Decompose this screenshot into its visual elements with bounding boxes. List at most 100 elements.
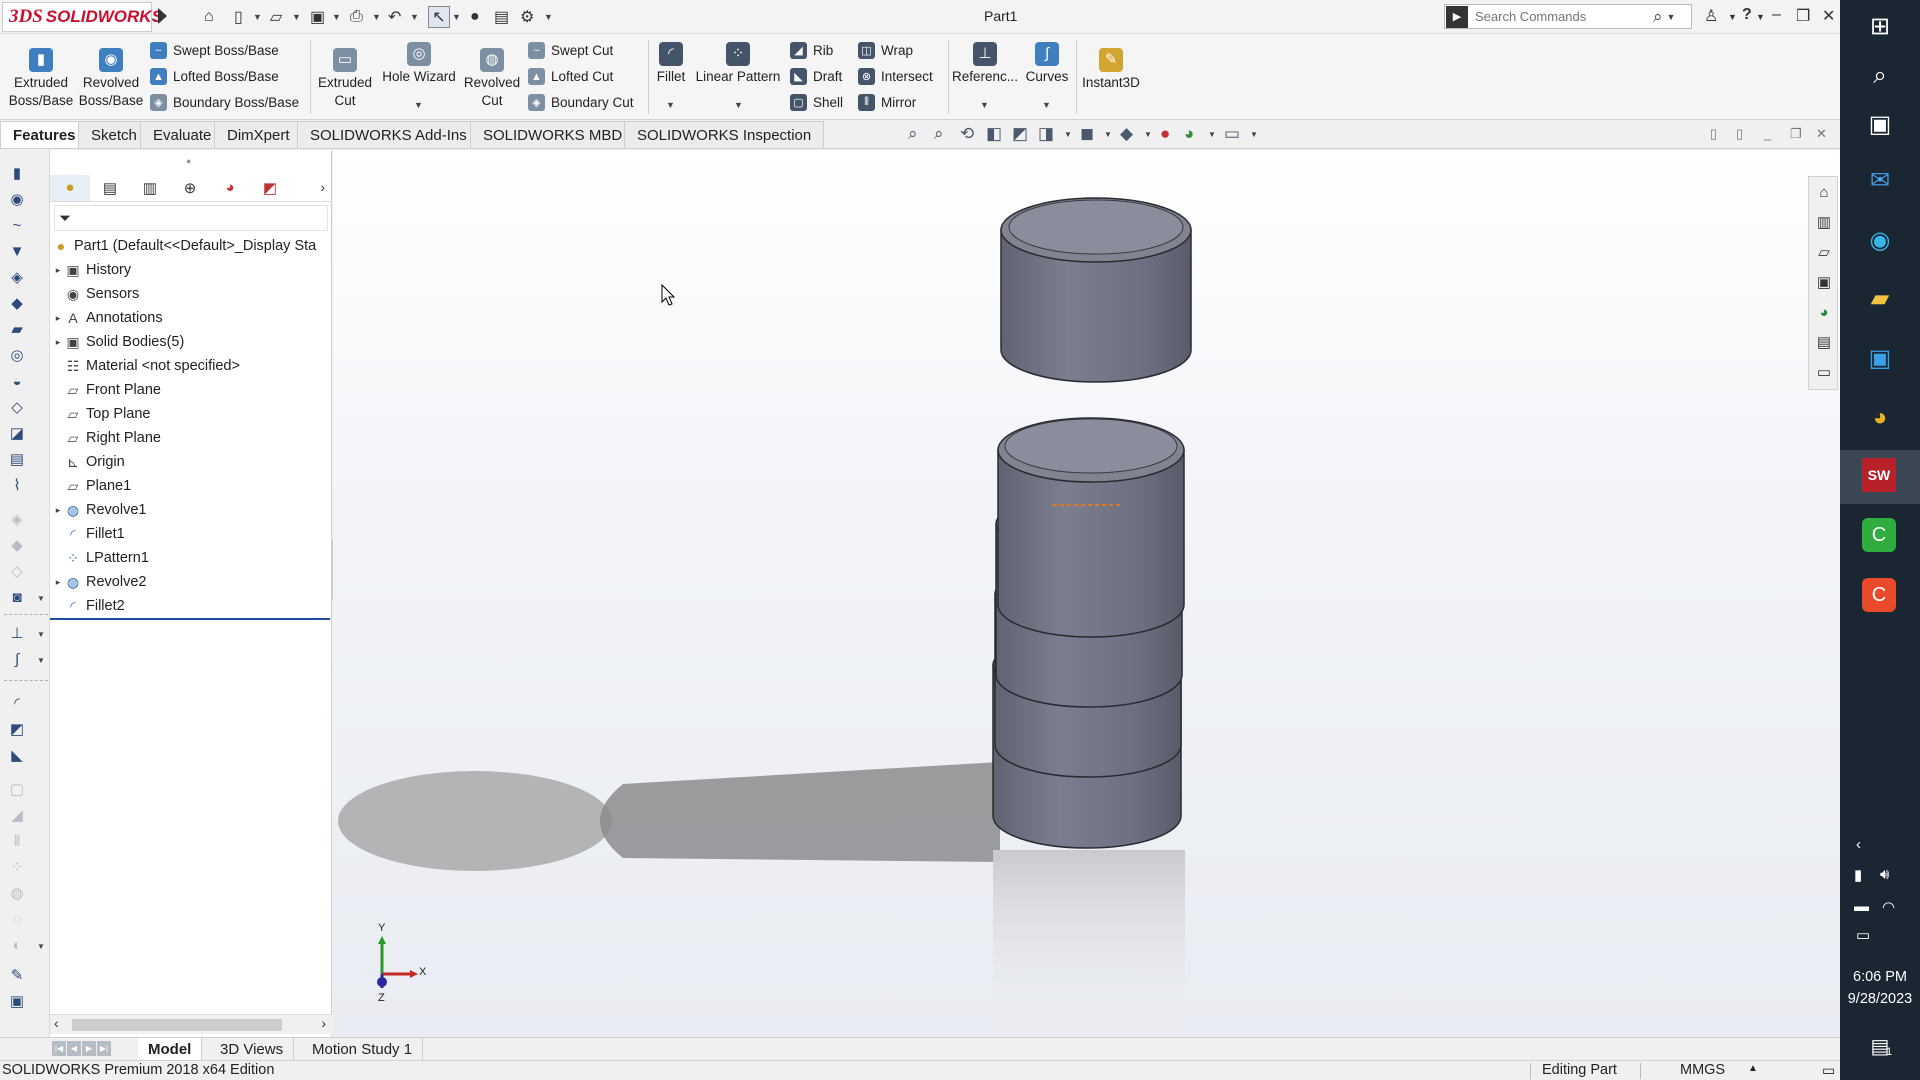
task-view-icon[interactable]: ▣	[1862, 106, 1898, 142]
fillet-dropdown-icon[interactable]: ▼	[666, 100, 675, 110]
fm-tabs-scroll-right-icon[interactable]: ›	[320, 179, 325, 195]
system-clock[interactable]: 6:06 PM 9/28/2023	[1840, 966, 1920, 1010]
mirror-button[interactable]: ⫴ Mirror	[858, 94, 916, 111]
extruded-boss-button[interactable]: ▮ Extruded Boss/Base	[8, 48, 74, 110]
reference-geometry-button[interactable]: ⊥ Referenc...	[952, 42, 1018, 86]
tooltip-toggle-icon[interactable]: ▭	[1822, 1062, 1835, 1079]
battery-icon[interactable]: ▬	[1854, 898, 1869, 915]
file-explorer-icon[interactable]: ▱	[1815, 243, 1833, 261]
graphics-area[interactable]	[333, 150, 1840, 1037]
new-document-icon[interactable]: ▯	[234, 6, 243, 28]
curves-shortcut-icon[interactable]: ∫	[8, 650, 26, 668]
tree-node[interactable]: ▱ Plane1	[50, 474, 332, 498]
select-arrow-icon[interactable]: ↖	[428, 6, 450, 28]
view-orientation-dropdown-icon[interactable]: ▼	[1064, 130, 1072, 139]
curves-dropdown-icon[interactable]: ▼	[1042, 100, 1051, 110]
feature-tree-tab-icon[interactable]: ●	[50, 174, 90, 201]
search-dropdown-icon[interactable]: ▼	[1667, 12, 1676, 22]
expand-arrow-icon[interactable]: ▸	[52, 505, 64, 516]
new-dropdown-icon[interactable]: ▼	[253, 6, 262, 28]
units-label[interactable]: MMGS	[1680, 1062, 1725, 1078]
tab-dimxpert[interactable]: DimXpert	[214, 121, 303, 148]
tree-node[interactable]: ▸ A Annotations	[50, 306, 332, 330]
tree-horizontal-scrollbar[interactable]: ‹ ›	[50, 1014, 332, 1034]
next-tab-icon[interactable]: ▶	[82, 1041, 96, 1056]
tab-evaluate[interactable]: Evaluate	[140, 121, 225, 148]
revolve-shortcut-icon[interactable]: ◉	[8, 190, 26, 208]
home-icon[interactable]: ⌂	[204, 6, 214, 28]
windows-start-icon[interactable]: ⊞	[1862, 8, 1898, 44]
expand-arrow-icon[interactable]: ▸	[52, 313, 64, 324]
instant3d-shortcut-icon[interactable]: ✎	[8, 966, 26, 984]
draft-button[interactable]: ◣ Draft	[790, 68, 842, 85]
search-commands-box[interactable]: ▶ ⌕ ▼	[1444, 4, 1692, 29]
search-icon[interactable]: ⌕	[1862, 58, 1898, 94]
select-dropdown-icon[interactable]: ▼	[452, 6, 461, 28]
curves-shortcut-dropdown-icon[interactable]: ▼	[37, 656, 45, 665]
search-icon[interactable]: ⌕	[1653, 7, 1663, 27]
split-shortcut-icon[interactable]: ◆	[8, 536, 26, 554]
view-settings-dropdown-icon[interactable]: ▼	[1250, 130, 1258, 139]
design-library-icon[interactable]: ▥	[1815, 213, 1833, 231]
show-hidden-icons-icon[interactable]: ‹	[1856, 836, 1861, 853]
reference-shortcut-icon[interactable]: ⊥	[8, 624, 26, 642]
doc-minimize-icon[interactable]: _	[1764, 126, 1771, 141]
forum-icon[interactable]: ▭	[1815, 363, 1833, 381]
user-account-icon[interactable]: ♙	[1704, 6, 1718, 26]
curves-button[interactable]: ∫ Curves	[1022, 42, 1072, 86]
meet-now-icon[interactable]: ▭	[1856, 926, 1870, 944]
appearances-scenes-icon[interactable]: ◕	[1815, 303, 1833, 321]
move-shortcut-icon[interactable]: ◌	[8, 910, 26, 928]
tree-node[interactable]: ▸ ▣ History	[50, 258, 332, 282]
file-explorer-icon[interactable]: ▰	[1862, 280, 1898, 316]
hide-show-items-icon[interactable]: ◆	[1120, 124, 1133, 144]
tab-features[interactable]: Features	[0, 121, 89, 148]
options-dropdown-icon[interactable]: ▼	[544, 6, 553, 28]
rib-button[interactable]: ◢ Rib	[790, 42, 833, 59]
rollback-bar[interactable]	[50, 618, 330, 620]
tab-motion-study-1[interactable]: Motion Study 1	[302, 1038, 424, 1060]
property-manager-tab-icon[interactable]: ▤	[90, 175, 130, 201]
menu-flyout-arrow-icon[interactable]	[158, 8, 167, 24]
save-icon[interactable]: ▣	[310, 6, 325, 28]
help-dropdown-icon[interactable]: ▼	[1756, 12, 1765, 22]
solidworks-taskbar-icon[interactable]: SW	[1862, 458, 1896, 492]
tab-solidworks-add-ins[interactable]: SOLIDWORKS Add-Ins	[297, 121, 480, 148]
previous-view-icon[interactable]: ⟲	[960, 124, 974, 144]
view-orientation-icon[interactable]: ◨	[1038, 124, 1054, 144]
solidworks-resources-home-icon[interactable]: ⌂	[1815, 183, 1833, 201]
pattern-shortcut-icon[interactable]: ⁘	[8, 858, 26, 876]
chrome-icon[interactable]: ◕	[1862, 400, 1898, 436]
hole-wizard-dropdown-icon[interactable]: ▼	[414, 100, 423, 110]
camtasia-recorder-icon[interactable]: C	[1862, 578, 1896, 612]
rib-shortcut-icon[interactable]: ◢	[8, 806, 26, 824]
extrude-shortcut-icon[interactable]: ▮	[8, 164, 26, 182]
measure-shortcut-icon[interactable]: ▣	[8, 992, 26, 1010]
scroll-right-icon[interactable]: ›	[321, 1015, 326, 1031]
save-dropdown-icon[interactable]: ▼	[332, 6, 341, 28]
volume-icon[interactable]: 🔊︎	[1880, 866, 1889, 883]
view-shortcut-dropdown-icon[interactable]: ▼	[37, 594, 45, 603]
tree-node[interactable]: ⁘ LPattern1	[50, 546, 332, 570]
last-tab-icon[interactable]: ▶|	[97, 1041, 111, 1056]
doc-close-icon[interactable]: ✕	[1816, 126, 1827, 142]
reference-shortcut-dropdown-icon[interactable]: ▼	[37, 630, 45, 639]
freeform-shortcut-icon[interactable]: ◇	[8, 398, 26, 416]
dome-shortcut-icon[interactable]: ◒	[8, 372, 26, 390]
undo-icon[interactable]: ↶	[388, 6, 401, 28]
tab-solidworks-mbd[interactable]: SOLIDWORKS MBD	[470, 121, 636, 148]
flex-shortcut-icon[interactable]: ⌇	[8, 476, 26, 494]
dynamic-annotation-icon[interactable]: ◩	[1012, 124, 1028, 144]
edge-browser-icon[interactable]: ◉	[1862, 222, 1898, 258]
thicken-shortcut-icon[interactable]: ◆	[8, 294, 26, 312]
search-commands-input[interactable]	[1475, 9, 1645, 24]
mail-icon[interactable]: ✉	[1862, 162, 1898, 198]
tree-node[interactable]: ▱ Front Plane	[50, 378, 332, 402]
microsoft-store-icon[interactable]: ▣	[1862, 340, 1898, 376]
revolved-boss-button[interactable]: ◉ Revolved Boss/Base	[78, 48, 144, 110]
delete-face-shortcut-icon[interactable]: ◐	[8, 936, 26, 954]
tab-solidworks-inspection[interactable]: SOLIDWORKS Inspection	[624, 121, 825, 148]
section-view-icon[interactable]: ◧	[986, 124, 1002, 144]
fillet-shortcut-icon[interactable]: ◜	[8, 694, 26, 712]
tree-node[interactable]: ▸ ◍ Revolve2	[50, 570, 332, 594]
